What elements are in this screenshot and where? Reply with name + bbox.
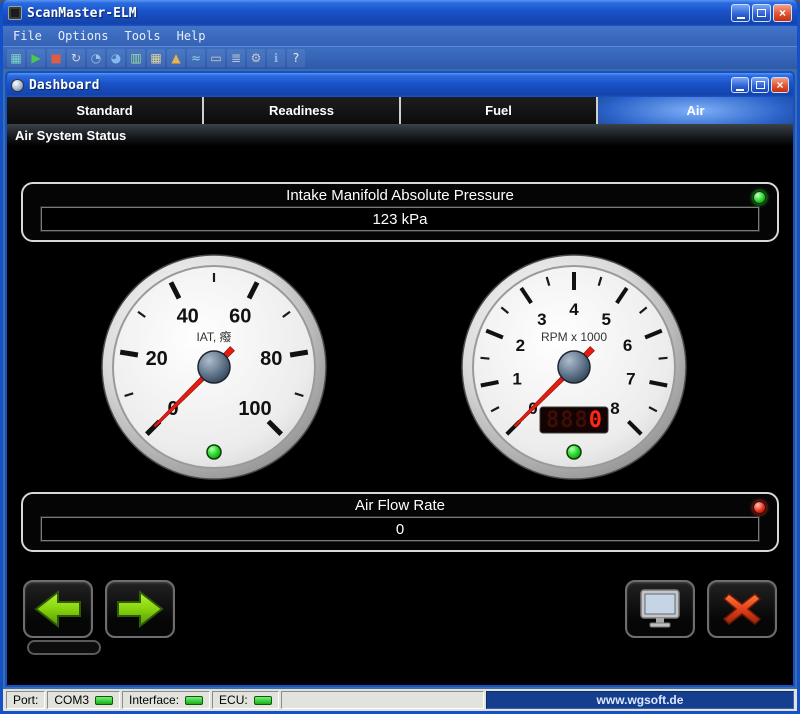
- gauges-icon[interactable]: ◕: [107, 49, 125, 67]
- tab-fuel-label: Fuel: [485, 103, 512, 118]
- chip-icon[interactable]: ▦: [7, 49, 25, 67]
- close-button[interactable]: ×: [773, 4, 792, 22]
- dashboard-maximize-button[interactable]: [751, 77, 769, 93]
- svg-text:7: 7: [626, 369, 635, 388]
- section-title: Air System Status: [7, 124, 793, 146]
- iat-gauge: 020406080100IAT, 癈: [99, 252, 329, 482]
- port-led: [95, 696, 113, 705]
- imap-panel: Intake Manifold Absolute Pressure 123 kP…: [21, 182, 779, 242]
- info-icon[interactable]: ℹ: [267, 49, 285, 67]
- next-page-button[interactable]: [105, 580, 175, 638]
- interface-label: Interface:: [129, 693, 179, 707]
- left-arrow-icon: [34, 589, 82, 629]
- svg-text:20: 20: [146, 348, 168, 370]
- tab-air[interactable]: Air: [596, 97, 793, 124]
- svg-text:6: 6: [623, 336, 632, 355]
- tab-fuel[interactable]: Fuel: [399, 97, 596, 124]
- close-x-icon: [718, 588, 766, 630]
- terminal-icon[interactable]: ▭: [207, 49, 225, 67]
- svg-text:80: 80: [260, 348, 282, 370]
- log-icon[interactable]: ≣: [227, 49, 245, 67]
- sensors-icon[interactable]: ≈: [187, 49, 205, 67]
- dashboard-titlebar[interactable]: Dashboard ×: [7, 73, 793, 97]
- svg-text:1: 1: [512, 369, 521, 388]
- maximize-button[interactable]: [752, 4, 771, 22]
- tab-standard-label: Standard: [76, 103, 132, 118]
- svg-text:5: 5: [601, 310, 610, 329]
- reset-icon[interactable]: ↻: [67, 49, 85, 67]
- port-label: Port:: [6, 691, 45, 709]
- imap-status-led: [753, 191, 766, 204]
- dashboard-content: Intake Manifold Absolute Pressure 123 kP…: [7, 146, 793, 685]
- tab-standard[interactable]: Standard: [7, 97, 202, 124]
- tab-bar: Standard Readiness Fuel Air: [7, 97, 793, 124]
- airflow-value: 0: [41, 517, 759, 541]
- dtc-icon[interactable]: ▲: [167, 49, 185, 67]
- menu-tools[interactable]: Tools: [116, 28, 168, 44]
- right-arrow-icon: [116, 589, 164, 629]
- tab-readiness[interactable]: Readiness: [202, 97, 399, 124]
- disconnect-icon[interactable]: ■: [47, 49, 65, 67]
- dashboard-title: Dashboard: [29, 78, 731, 93]
- settings-icon[interactable]: ⚙: [247, 49, 265, 67]
- app-chip-icon: [8, 6, 22, 20]
- interface-led: [185, 696, 203, 705]
- svg-text:40: 40: [177, 305, 199, 327]
- mdi-area: Dashboard × Standard Readiness Fuel Air …: [3, 69, 797, 689]
- scanmaster-window: ScanMaster-ELM × File Options Tools Help…: [0, 0, 800, 714]
- rpm-gauge: 012345678RPM x 10008880: [459, 252, 689, 482]
- monitor-icon: [636, 588, 684, 630]
- dashboard-window: Dashboard × Standard Readiness Fuel Air …: [5, 71, 795, 687]
- airflow-panel-title: Air Flow Rate: [23, 497, 777, 514]
- airflow-panel: Air Flow Rate 0: [21, 492, 779, 552]
- airflow-status-led: [753, 501, 766, 514]
- svg-text:4: 4: [569, 300, 579, 319]
- clipped-button[interactable]: [27, 640, 101, 655]
- ecu-led: [254, 696, 272, 705]
- tab-air-label: Air: [686, 103, 704, 118]
- imap-value: 123 kPa: [41, 207, 759, 231]
- menu-help[interactable]: Help: [169, 28, 214, 44]
- display-mode-button[interactable]: [625, 580, 695, 638]
- tab-readiness-label: Readiness: [269, 103, 334, 118]
- exit-button[interactable]: [707, 580, 777, 638]
- window-title: ScanMaster-ELM: [27, 6, 731, 21]
- statusbar: Port: COM3 Interface: ECU: www.wgsoft.de: [3, 689, 797, 711]
- svg-text:60: 60: [229, 305, 251, 327]
- previous-page-button[interactable]: [23, 580, 93, 638]
- menu-file[interactable]: File: [5, 28, 50, 44]
- interface-cell: Interface:: [122, 691, 210, 709]
- website-link[interactable]: www.wgsoft.de: [486, 691, 794, 709]
- minimize-button[interactable]: [731, 4, 750, 22]
- dashboard-window-icon: [11, 79, 24, 92]
- svg-text:2: 2: [516, 336, 525, 355]
- port-cell: COM3: [47, 691, 120, 709]
- svg-text:IAT, 癈: IAT, 癈: [196, 329, 231, 344]
- titlebar[interactable]: ScanMaster-ELM ×: [3, 0, 797, 26]
- svg-text:3: 3: [537, 310, 546, 329]
- dashboard-icon[interactable]: ◔: [87, 49, 105, 67]
- chart-icon[interactable]: ▥: [127, 49, 145, 67]
- menubar: File Options Tools Help: [3, 26, 797, 46]
- svg-text:100: 100: [238, 398, 271, 420]
- ecu-label: ECU:: [219, 693, 248, 707]
- connect-icon[interactable]: ▶: [27, 49, 45, 67]
- dashboard-close-button[interactable]: ×: [771, 77, 789, 93]
- svg-text:8880: 8880: [546, 408, 603, 433]
- svg-text:RPM x 1000: RPM x 1000: [541, 330, 607, 344]
- toolbar: ▦▶■↻◔◕▥▦▲≈▭≣⚙ℹ?: [3, 46, 797, 69]
- port-value: COM3: [54, 693, 89, 707]
- help-icon[interactable]: ?: [287, 49, 305, 67]
- table-icon[interactable]: ▦: [147, 49, 165, 67]
- imap-panel-title: Intake Manifold Absolute Pressure: [23, 187, 777, 204]
- statusbar-spacer: [281, 691, 484, 709]
- svg-text:8: 8: [610, 399, 619, 418]
- ecu-cell: ECU:: [212, 691, 279, 709]
- menu-options[interactable]: Options: [50, 28, 117, 44]
- dashboard-minimize-button[interactable]: [731, 77, 749, 93]
